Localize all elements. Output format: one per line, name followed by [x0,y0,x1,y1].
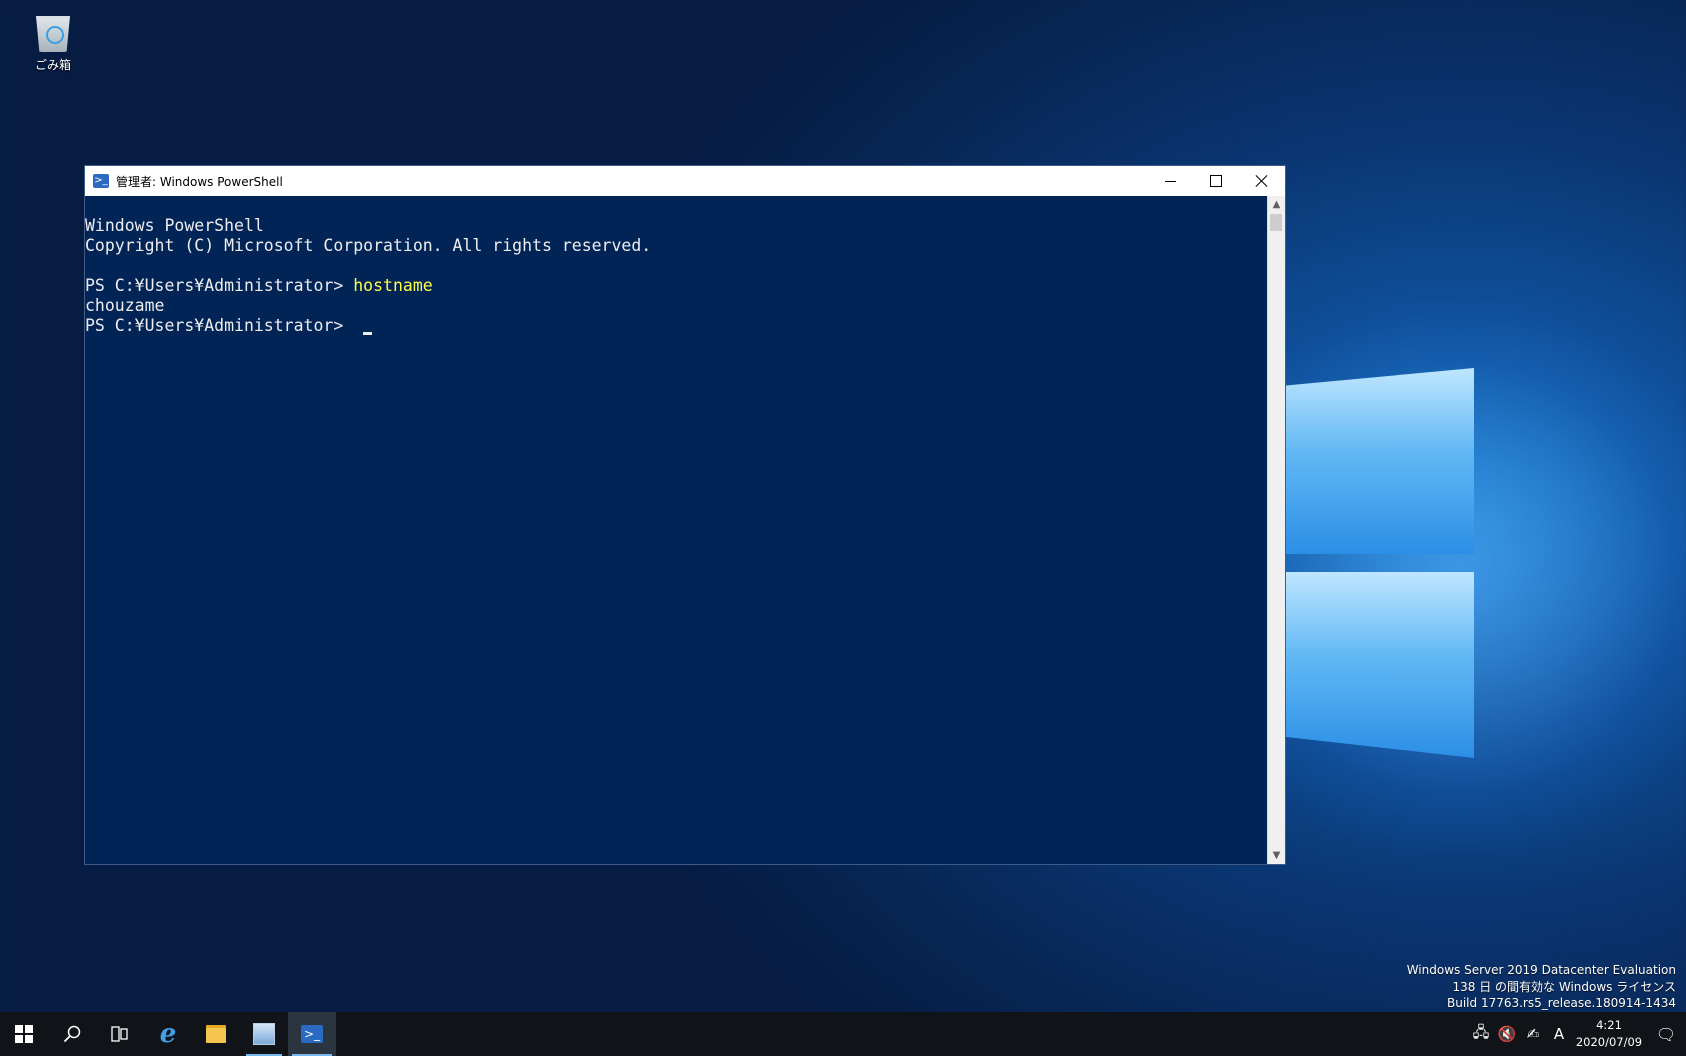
window-titlebar[interactable]: >_ 管理者: Windows PowerShell [85,166,1285,196]
clock-date: 2020/07/09 [1575,1035,1643,1049]
console-prompt-line: PS C:¥Users¥Administrator> [85,316,1268,336]
taskbar: e >_ 🖧 🔇 ✍ A 4:21 2020/07/09 🗨 [0,1012,1686,1056]
console-line: Copyright (C) Microsoft Corporation. All… [85,236,652,255]
file-explorer-icon [206,1025,226,1043]
recycle-bin[interactable]: ごみ箱 [22,12,84,73]
windows-version-watermark: Windows Server 2019 Datacenter Evaluatio… [1407,962,1676,1012]
window-title: 管理者: Windows PowerShell [116,174,283,189]
wallpaper-logo-pane-upper [1274,368,1474,554]
task-view-button[interactable] [96,1012,144,1056]
action-center-icon[interactable]: 🗨 [1646,1025,1686,1044]
search-button[interactable] [48,1012,96,1056]
minimize-icon [1164,180,1176,182]
console-command: hostname [353,276,433,295]
task-view-icon [111,1026,128,1042]
console-output[interactable]: Windows PowerShell Copyright (C) Microsof… [85,196,1268,864]
powershell-window[interactable]: >_ 管理者: Windows PowerShell Windows Power… [84,165,1286,865]
close-icon [1255,174,1269,188]
console-prompt: PS C:¥Users¥Administrator> [85,276,354,295]
server-manager-icon [253,1023,275,1045]
watermark-line: 138 日 の間有効な Windows ライセンス [1452,979,1677,994]
search-icon [63,1025,81,1043]
powershell-icon: >_ [301,1025,323,1043]
pen-icon[interactable]: ✍ [1520,1025,1546,1043]
ime-indicator[interactable]: A [1546,1025,1572,1043]
network-icon[interactable]: 🖧 [1468,1022,1494,1047]
maximize-icon [1210,175,1222,187]
clock-time: 4:21 [1596,1018,1622,1032]
system-tray: 🖧 🔇 ✍ A 4:21 2020/07/09 🗨 [1468,1012,1686,1056]
scrollbar-thumb[interactable] [1270,214,1282,231]
recycle-bin-icon [36,16,70,52]
internet-explorer-button[interactable]: e [144,1012,192,1056]
powershell-icon: >_ [93,174,109,188]
vertical-scrollbar[interactable]: ▲ ▼ [1267,196,1285,864]
server-manager-button[interactable] [240,1012,288,1056]
console-line: Windows PowerShell [85,216,264,235]
console-command-line: PS C:¥Users¥Administrator> hostname [85,276,1268,296]
internet-explorer-icon: e [159,1019,177,1049]
console-output-line: chouzame [85,296,165,315]
maximize-button[interactable] [1193,166,1239,196]
watermark-line: Build 17763.rs5_release.180914-1434 [1447,996,1676,1010]
powershell-taskbar-button[interactable]: >_ [288,1012,336,1056]
minimize-button[interactable] [1147,166,1193,196]
windows-start-icon [15,1025,33,1043]
recycle-bin-label: ごみ箱 [34,58,71,72]
volume-muted-icon[interactable]: 🔇 [1494,1025,1520,1043]
scroll-up-icon[interactable]: ▲ [1268,196,1285,213]
file-explorer-button[interactable] [192,1012,240,1056]
text-cursor [363,332,373,335]
watermark-line: Windows Server 2019 Datacenter Evaluatio… [1406,963,1676,977]
clock[interactable]: 4:21 2020/07/09 [1572,1017,1646,1051]
scroll-down-icon[interactable]: ▼ [1268,847,1285,864]
console-prompt: PS C:¥Users¥Administrator> [85,316,354,335]
wallpaper-logo-pane-lower [1274,572,1474,758]
close-button[interactable] [1239,166,1285,196]
start-button[interactable] [0,1012,48,1056]
